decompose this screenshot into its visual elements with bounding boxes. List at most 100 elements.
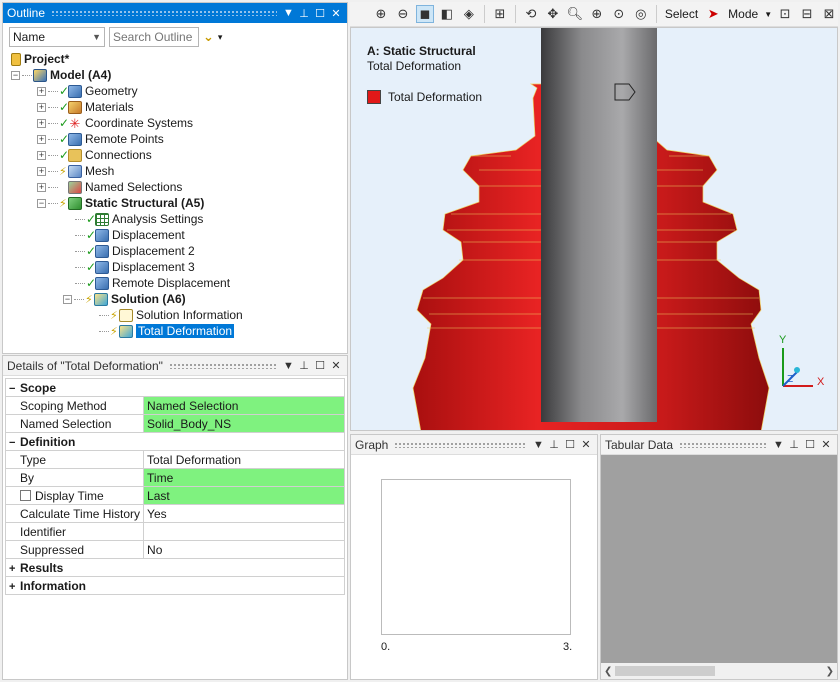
model-render[interactable] <box>351 28 838 431</box>
zoom-icon[interactable]: 🔍︎ <box>566 5 584 23</box>
dropdown-icon[interactable]: ▼ <box>773 439 784 451</box>
tree-node-remote-displacement[interactable]: ✓ Remote Displacement <box>75 275 230 291</box>
horizontal-scrollbar[interactable]: ❮ ❯ <box>601 663 837 679</box>
details-titlebar[interactable]: Details of "Total Deformation" ▼ ⊥ ☐ ✕ <box>3 356 347 376</box>
category-results[interactable]: + Results <box>5 558 345 577</box>
tree-node-total-deformation[interactable]: ⚡ Total Deformation <box>99 323 235 339</box>
extend-icon[interactable]: ⊟ <box>798 5 816 23</box>
category-definition[interactable]: − Definition <box>5 432 345 451</box>
scroll-thumb[interactable] <box>615 666 715 676</box>
filter-dropdown[interactable]: Name ▼ <box>9 27 105 47</box>
graphics-viewport[interactable]: A: Static Structural Total Deformation T… <box>350 27 838 431</box>
pan-icon[interactable]: ✥ <box>544 5 562 23</box>
by-value[interactable]: Time <box>143 468 345 487</box>
dropdown-icon[interactable]: ▼ <box>283 7 294 19</box>
select-tools-icon[interactable]: ⊡ <box>776 5 794 23</box>
shaft-body[interactable] <box>541 28 657 422</box>
expand-icon[interactable]: + <box>37 134 46 144</box>
collapse-icon[interactable]: − <box>9 437 17 449</box>
rotate-icon[interactable]: ⟲ <box>522 5 540 23</box>
collapse-icon[interactable]: − <box>37 198 46 208</box>
maximize-icon[interactable]: ☐ <box>805 438 815 451</box>
expand-icon[interactable]: + <box>9 581 17 593</box>
outline-titlebar[interactable]: Outline ▼ ⊥ ☐ ✕ <box>3 3 347 23</box>
zoom-out-icon[interactable]: ⊖ <box>394 5 412 23</box>
zoom-to-fit-icon[interactable]: ⊙ <box>610 5 628 23</box>
select-button[interactable]: Select <box>663 7 700 21</box>
property-row[interactable]: Identifier <box>4 522 345 541</box>
display-time-value[interactable]: Last <box>143 486 345 505</box>
tree-node-mesh[interactable]: + ⚡ Mesh <box>37 163 114 179</box>
close-icon[interactable]: ✕ <box>331 7 341 20</box>
tree-node-static-structural[interactable]: − ⚡ Static Structural (A5) <box>37 195 204 211</box>
tree-node-model[interactable]: − Model (A4) <box>11 67 111 83</box>
tree-node-solution-information[interactable]: ⚡ Solution Information <box>99 307 243 323</box>
mode-dropdown[interactable]: Mode <box>726 7 760 21</box>
maximize-icon[interactable]: ☐ <box>315 359 325 372</box>
pin-icon[interactable]: ⊥ <box>299 359 309 372</box>
tabular-data-area[interactable] <box>601 455 837 663</box>
chevron-down-icon[interactable]: ▼ <box>764 10 772 19</box>
collapse-icon[interactable]: − <box>11 70 20 80</box>
expand-icon[interactable]: + <box>37 150 46 160</box>
tree-node-materials[interactable]: + ✓ Materials <box>37 99 134 115</box>
chevron-down-icon[interactable]: ▾ <box>218 32 223 43</box>
tabular-titlebar[interactable]: Tabular Data ▼ ⊥ ☐ ✕ <box>601 435 837 455</box>
tree-node-displacement-2[interactable]: ✓ Displacement 2 <box>75 243 195 259</box>
magnifier-icon[interactable]: ◎ <box>632 5 650 23</box>
expand-icon[interactable]: + <box>37 86 46 96</box>
identifier-value[interactable] <box>143 522 345 541</box>
dropdown-icon[interactable]: ▼ <box>283 360 294 372</box>
tree-node-remote-points[interactable]: + ✓ Remote Points <box>37 131 164 147</box>
category-scope[interactable]: − Scope <box>5 378 345 397</box>
close-icon[interactable]: ✕ <box>821 438 831 451</box>
suppressed-value[interactable]: No <box>143 540 345 559</box>
expand-icon[interactable]: + <box>9 563 17 575</box>
dropdown-icon[interactable]: ▼ <box>533 439 544 451</box>
display-time-checkbox[interactable] <box>20 489 31 501</box>
expand-icon[interactable]: + <box>37 182 46 192</box>
collapse-icon[interactable]: − <box>63 294 72 304</box>
pin-icon[interactable]: ⊥ <box>299 7 309 20</box>
property-row[interactable]: Display Time Last <box>4 486 345 505</box>
pin-icon[interactable]: ⊥ <box>789 438 799 451</box>
tree-node-connections[interactable]: + ✓ Connections <box>37 147 152 163</box>
filter-icon[interactable]: ⌄ <box>203 29 214 45</box>
collapse-icon[interactable]: − <box>9 383 17 395</box>
wireframe-icon[interactable]: ◧ <box>438 5 456 23</box>
pin-icon[interactable]: ⊥ <box>549 438 559 451</box>
tree-node-coordinate-systems[interactable]: + ✓ ✳ Coordinate Systems <box>37 115 193 131</box>
close-icon[interactable]: ✕ <box>581 438 591 451</box>
tree-node-named-selections[interactable]: + Named Selections <box>37 179 182 195</box>
scroll-right-icon[interactable]: ❯ <box>826 666 834 677</box>
named-selection-value[interactable]: Solid_Body_NS <box>143 414 345 433</box>
tree-node-analysis-settings[interactable]: ✓ Analysis Settings <box>75 211 203 227</box>
close-icon[interactable]: ✕ <box>331 359 341 372</box>
expand-icon[interactable]: + <box>37 118 46 128</box>
tree-node-displacement[interactable]: ✓ Displacement <box>75 227 185 243</box>
render-icon[interactable]: ◈ <box>460 5 478 23</box>
property-row[interactable]: Named Selection Solid_Body_NS <box>4 414 345 433</box>
expand-icon[interactable]: + <box>37 102 46 112</box>
filter-select-icon[interactable]: ⊠ <box>820 5 838 23</box>
tree-node-displacement-3[interactable]: ✓ Displacement 3 <box>75 259 195 275</box>
property-row[interactable]: Scoping Method Named Selection <box>4 396 345 415</box>
category-information[interactable]: + Information <box>5 576 345 595</box>
tree-node-geometry[interactable]: + ✓ Geometry <box>37 83 138 99</box>
property-row[interactable]: Calculate Time History Yes <box>4 504 345 523</box>
search-outline-input[interactable] <box>109 27 199 47</box>
scoping-method-value[interactable]: Named Selection <box>143 396 345 415</box>
graph-titlebar[interactable]: Graph ▼ ⊥ ☐ ✕ <box>351 435 597 455</box>
maximize-icon[interactable]: ☐ <box>315 7 325 20</box>
property-row[interactable]: Suppressed No <box>4 540 345 559</box>
zoom-in-icon[interactable]: ⊕ <box>372 5 390 23</box>
expand-icon[interactable]: + <box>37 166 46 176</box>
maximize-icon[interactable]: ☐ <box>565 438 575 451</box>
calc-time-history-value[interactable]: Yes <box>143 504 345 523</box>
scroll-left-icon[interactable]: ❮ <box>604 666 612 677</box>
property-row[interactable]: By Time <box>4 468 345 487</box>
slice-icon[interactable]: ⊞ <box>491 5 509 23</box>
cursor-icon[interactable]: ➤ <box>704 5 722 23</box>
tree-node-solution[interactable]: − ⚡ Solution (A6) <box>63 291 186 307</box>
graph-plot-area[interactable] <box>381 479 571 635</box>
